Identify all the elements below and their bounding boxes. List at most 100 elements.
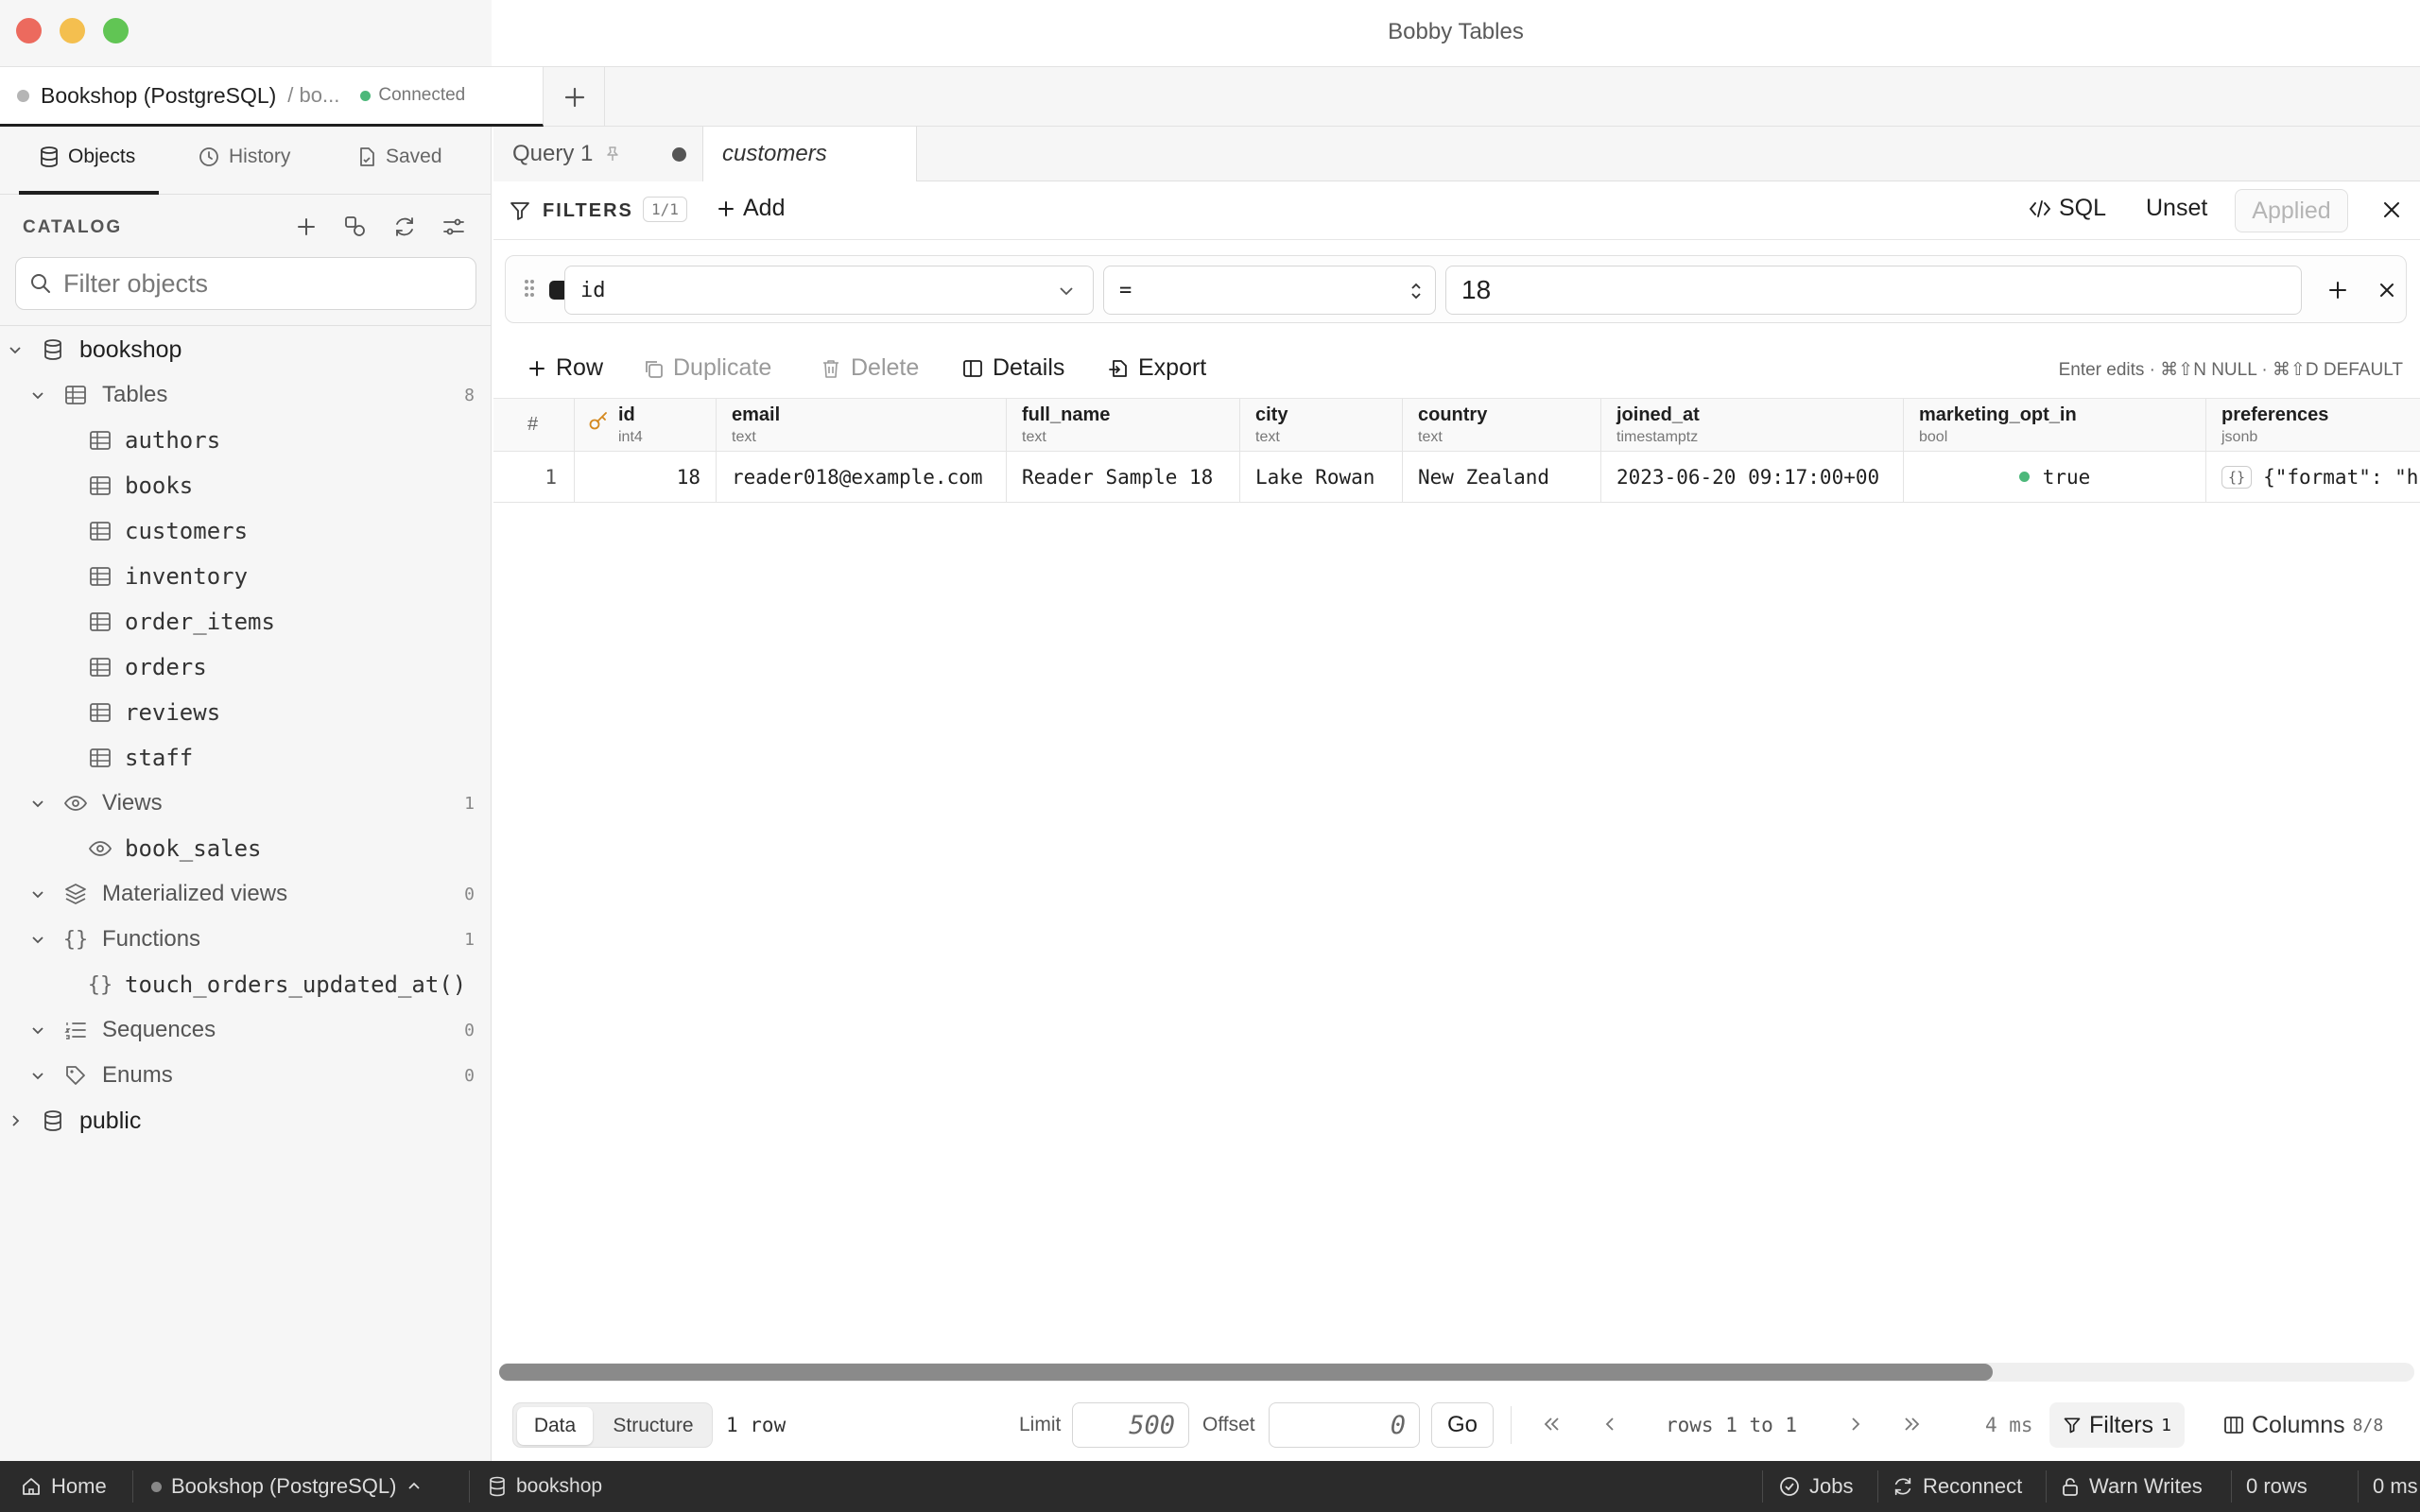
tree-group-materialized-views[interactable]: Materialized views 0 [0,872,492,916]
window-minimize-button[interactable] [60,18,85,43]
cell-email[interactable]: reader018@example.com [717,452,1007,503]
search-icon [31,274,50,293]
grid-header-preferences[interactable]: preferences jsonb [2206,399,2420,452]
connection-tab[interactable]: Bookshop (PostgreSQL) / bo... Connected [0,67,544,127]
saved-file-icon [360,147,374,166]
remove-filter-row-button[interactable] [2376,279,2398,307]
filter-sql-button[interactable]: SQL [2029,195,2106,222]
chevrons-left-icon [1544,1418,1559,1431]
tree-view-book-sales[interactable]: book_sales [0,827,492,870]
tree-db-bookshop[interactable]: bookshop [0,328,492,371]
table-icon [87,563,113,590]
home-label: Home [51,1474,107,1498]
warn-writes-toggle[interactable]: Warn Writes [2061,1461,2203,1512]
tree-table-orders[interactable]: orders [0,645,492,689]
filters-heading: FILTERS [543,200,633,221]
reconnect-button[interactable]: Reconnect [1893,1461,2022,1512]
cell-full-name[interactable]: Reader Sample 18 [1007,452,1240,503]
export-button[interactable]: Export [1108,354,1206,382]
filters-toggle-button[interactable]: Filters 1 [2049,1402,2185,1448]
catalog-settings-button[interactable] [439,212,469,242]
add-filter-row-button[interactable] [2326,279,2349,307]
grid-header-marketing-opt-in[interactable]: marketing_opt_in bool [1904,399,2206,452]
tree-group-enums[interactable]: Enums 0 [0,1054,492,1097]
plus-icon [564,87,584,107]
add-filter-button[interactable]: Add [717,195,785,222]
next-page-button[interactable] [1845,1412,1866,1441]
column-name: country [1418,404,1488,425]
prev-page-button[interactable] [1599,1412,1620,1441]
cell-city[interactable]: Lake Rowan [1240,452,1403,503]
columns-toggle-label: Columns [2252,1411,2345,1438]
last-page-button[interactable] [1902,1412,1923,1441]
offset-input[interactable]: 0 [1269,1402,1420,1448]
mode-structure-button[interactable]: Structure [596,1407,710,1445]
tab-saved[interactable]: Saved [357,146,442,168]
cell-country[interactable]: New Zealand [1403,452,1601,503]
shapes-button[interactable] [340,212,371,242]
table-icon [87,609,113,635]
grid-header-id[interactable]: id int4 [575,399,717,452]
tree-table-staff[interactable]: staff [0,736,492,780]
columns-toggle-button[interactable]: Columns 8/8 [2223,1402,2383,1448]
cell-joined-at[interactable]: 2023-06-20 09:17:00+00 [1601,452,1904,503]
tab-customers[interactable]: customers [703,127,917,181]
delete-row-button[interactable]: Delete [821,354,919,382]
limit-input[interactable]: 500 [1072,1402,1189,1448]
jobs-button[interactable]: Jobs [1779,1461,1853,1512]
tree-table-order-items[interactable]: order_items [0,600,492,644]
unset-filters-button[interactable]: Unset [2146,195,2207,222]
filter-objects-field[interactable] [15,257,476,310]
grid-header-country[interactable]: country text [1403,399,1601,452]
cell-preferences[interactable]: {} {"format": "h [2206,452,2420,503]
tree-table-authors[interactable]: authors [0,419,492,462]
grid-header-email[interactable]: email text [717,399,1007,452]
horizontal-scrollbar[interactable] [499,1363,2414,1382]
refresh-icon [1894,1477,1911,1496]
new-connection-tab-button[interactable] [544,67,605,127]
tree-group-views[interactable]: Views 1 [0,782,492,825]
tree-table-books[interactable]: books [0,464,492,507]
grid-header-joined-at[interactable]: joined_at timestamptz [1601,399,1904,452]
first-page-button[interactable] [1541,1412,1562,1441]
duplicate-row-button[interactable]: Duplicate [643,354,771,382]
tree-table-reviews[interactable]: reviews [0,691,492,734]
close-filters-button[interactable] [2380,198,2403,227]
tree-db-public[interactable]: public [0,1099,492,1143]
close-icon [2384,202,2399,217]
mode-data-button[interactable]: Data [517,1407,593,1445]
grid-header-city[interactable]: city text [1240,399,1403,452]
tree-group-functions[interactable]: {} Functions 1 [0,918,492,961]
window-close-button[interactable] [16,18,42,43]
tree-table-inventory[interactable]: inventory [0,555,492,598]
connection-switcher[interactable]: Bookshop (PostgreSQL) [151,1461,423,1512]
tree-group-tables[interactable]: Tables 8 [0,373,492,417]
status-divider [2358,1470,2359,1503]
go-button[interactable]: Go [1431,1402,1494,1448]
cell-marketing-opt-in[interactable]: true [1904,452,2206,503]
filter-value-input[interactable]: 18 [1445,266,2302,315]
window-maximize-button[interactable] [103,18,129,43]
database-icon [40,336,66,363]
filters-toggle-count: 1 [2161,1415,2171,1435]
details-button[interactable]: Details [962,354,1064,382]
tab-objects[interactable]: Objects [40,146,135,168]
filter-column-select[interactable]: id [564,266,1094,315]
tree-function-touch-orders[interactable]: {} touch_orders_updated_at() [0,963,492,1006]
grid-header-full-name[interactable]: full_name text [1007,399,1240,452]
tree-db-label: bookshop [79,335,182,363]
filter-objects-input[interactable] [63,268,460,299]
tab-history[interactable]: History [199,146,290,168]
scrollbar-thumb[interactable] [499,1364,1993,1381]
tree-table-customers[interactable]: customers [0,509,492,553]
tab-query-1[interactable]: Query 1 [493,127,703,181]
home-button[interactable]: Home [21,1461,107,1512]
filter-operator-select[interactable]: = [1103,266,1436,315]
add-object-button[interactable] [291,212,321,242]
database-switcher[interactable]: bookshop [488,1461,602,1512]
add-row-button[interactable]: Row [527,354,603,382]
cell-id[interactable]: 18 [575,452,717,503]
refresh-button[interactable] [389,212,420,242]
tree-group-sequences[interactable]: Sequences 0 [0,1008,492,1052]
applied-filters-button[interactable]: Applied [2235,189,2348,232]
